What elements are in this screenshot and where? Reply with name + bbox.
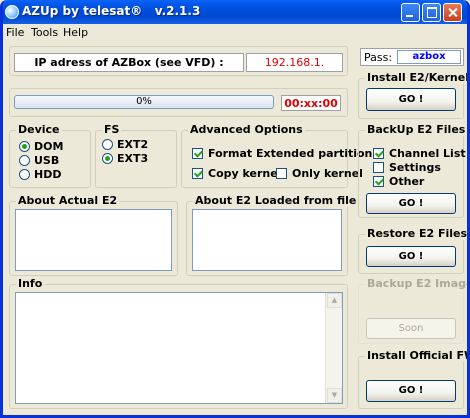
- title-bar[interactable]: AZUp by telesat® v.2.1.3: [3, 0, 467, 24]
- ip-input[interactable]: 192.168.1.: [246, 53, 343, 72]
- close-button[interactable]: [443, 3, 462, 22]
- info-title: Info: [16, 277, 45, 290]
- window-title: AZUp by telesat® v.2.1.3: [22, 4, 201, 18]
- fs-ext3-label: EXT3: [117, 152, 149, 165]
- password-box: Pass: azbox: [360, 48, 464, 66]
- restore-go-button[interactable]: GO !: [366, 246, 456, 267]
- password-label: Pass:: [364, 51, 393, 64]
- fs-ext3-radio[interactable]: [102, 153, 113, 164]
- settings-label: Settings: [389, 161, 441, 174]
- copy-kernel-checkbox[interactable]: [192, 168, 203, 179]
- install-fw-title: Install Official FW: [365, 349, 467, 362]
- only-kernel-checkbox[interactable]: [276, 168, 287, 179]
- device-usb-label: USB: [34, 154, 60, 167]
- main-window: AZUp by telesat® v.2.1.3 File Tools Help…: [0, 0, 470, 418]
- about-actual-title: About Actual E2: [16, 194, 120, 207]
- backup-title: BackUp E2 Files: [365, 123, 467, 136]
- device-hdd-label: HDD: [34, 168, 62, 181]
- backup-image-soon-button: Soon: [366, 318, 456, 339]
- progress-percent: 0%: [136, 96, 152, 107]
- device-usb-radio[interactable]: [19, 155, 30, 166]
- other-checkbox[interactable]: [373, 176, 384, 187]
- timer-box: 00:xx:00: [281, 95, 341, 111]
- channel-list-checkbox[interactable]: [373, 148, 384, 159]
- fs-ext2-radio[interactable]: [102, 139, 113, 150]
- info-textbox[interactable]: ▲ ▼: [15, 292, 343, 404]
- maximize-button[interactable]: [422, 3, 441, 22]
- password-value: azbox: [412, 51, 446, 62]
- backup-image-title: Backup E2 Image: [365, 277, 467, 290]
- advanced-title: Advanced Options: [188, 123, 305, 136]
- settings-checkbox[interactable]: [373, 162, 384, 173]
- menu-help[interactable]: Help: [63, 26, 88, 39]
- install-fw-go-button[interactable]: GO !: [366, 380, 456, 402]
- menu-bar: File Tools Help: [3, 24, 467, 42]
- device-dom-radio[interactable]: [19, 141, 30, 152]
- backup-go-button[interactable]: GO !: [366, 193, 456, 214]
- format-extended-label: Format Extended partition: [208, 147, 373, 160]
- ip-value: 192.168.1.: [264, 56, 325, 69]
- password-input[interactable]: azbox: [397, 50, 461, 64]
- info-scrollbar[interactable]: [325, 293, 342, 403]
- ip-label: IP adress of AZBox (see VFD) :: [34, 56, 224, 69]
- scroll-up-arrow-icon[interactable]: ▲: [327, 293, 342, 308]
- install-kernel-title: Install E2/Kernel: [365, 71, 469, 84]
- ip-label-box: IP adress of AZBox (see VFD) :: [14, 53, 244, 72]
- fs-title: FS: [102, 123, 122, 136]
- copy-kernel-label: Copy kernel: [208, 167, 282, 180]
- menu-tools[interactable]: Tools: [31, 26, 58, 39]
- app-icon: [5, 5, 19, 19]
- device-dom-label: DOM: [34, 140, 64, 153]
- progress-bar: 0%: [14, 95, 274, 109]
- device-hdd-radio[interactable]: [19, 169, 30, 180]
- install-kernel-go-button[interactable]: GO !: [366, 88, 456, 111]
- about-loaded-textbox[interactable]: [192, 209, 342, 271]
- other-label: Other: [389, 175, 425, 188]
- format-extended-checkbox[interactable]: [192, 148, 203, 159]
- about-loaded-title: About E2 Loaded from file: [193, 194, 359, 207]
- about-actual-textbox[interactable]: [15, 209, 172, 271]
- timer-text: 00:xx:00: [284, 97, 338, 110]
- scroll-down-arrow-icon[interactable]: ▼: [327, 388, 342, 403]
- channel-list-label: Channel List: [389, 147, 466, 160]
- menu-file[interactable]: File: [6, 26, 24, 39]
- only-kernel-label: Only kernel: [292, 167, 363, 180]
- device-title: Device: [16, 123, 62, 136]
- minimize-button[interactable]: [401, 3, 420, 22]
- restore-title: Restore E2 Files: [365, 227, 468, 240]
- fs-ext2-label: EXT2: [117, 138, 149, 151]
